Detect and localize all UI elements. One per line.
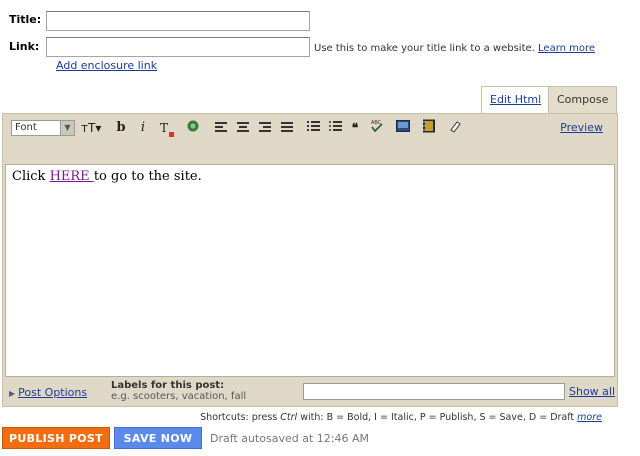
tab-compose[interactable]: Compose (548, 86, 618, 113)
tab-edit-html[interactable]: Edit Html (481, 86, 551, 113)
align-left-icon (215, 122, 227, 132)
preview-link[interactable]: Preview (560, 121, 603, 134)
labels-title: Labels for this post: (111, 380, 225, 391)
align-right-button[interactable] (257, 119, 273, 137)
bullet-list-icon (328, 121, 342, 131)
formatting-toolbar: Font ▼ тT▾ b i T ❝ ABC Preview (7, 118, 611, 138)
editor-text-before: Click (12, 169, 50, 184)
post-options-label[interactable]: Post Options (18, 386, 87, 399)
link-hint: Use this to make your title link to a we… (314, 43, 595, 54)
post-options-toggle[interactable]: ▶ Post Options (9, 386, 87, 399)
learn-more-link[interactable]: Learn more (538, 43, 595, 54)
image-icon (396, 120, 410, 132)
italic-button[interactable]: i (135, 119, 151, 137)
labels-input[interactable] (303, 383, 565, 400)
shortcuts-prefix: Shortcuts: press (200, 412, 278, 423)
editor-text-after: to go to the site. (93, 169, 202, 184)
spellcheck-icon: ABC (371, 120, 383, 133)
numbered-list-button[interactable] (305, 119, 321, 137)
labels-example: e.g. scooters, vacation, fall (111, 391, 247, 402)
font-size-button[interactable]: тT▾ (81, 119, 101, 137)
text-color-button[interactable]: T (159, 119, 175, 137)
publish-post-button[interactable]: PUBLISH POST (2, 427, 110, 449)
editor-link-here[interactable]: HERE (50, 169, 94, 184)
editor-body[interactable]: Click HERE to go to the site. (5, 164, 615, 377)
add-enclosure-link[interactable]: Add enclosure link (56, 59, 157, 72)
font-select[interactable]: Font ▼ (11, 120, 75, 136)
align-right-icon (259, 122, 271, 132)
link-hint-text: Use this to make your title link to a we… (314, 43, 535, 54)
shortcuts-with: with: (300, 412, 324, 423)
shortcuts-items: B = Bold, I = Italic, P = Publish, S = S… (326, 412, 575, 423)
show-all-link[interactable]: Show all (569, 385, 615, 398)
post-editor: Font ▼ тT▾ b i T ❝ ABC Preview Click HER… (2, 113, 618, 407)
align-center-icon (237, 122, 249, 132)
spellcheck-button[interactable]: ABC (369, 119, 385, 137)
align-left-button[interactable] (213, 119, 229, 137)
quote-icon: ❝ (351, 121, 359, 135)
link-globe-icon (187, 120, 199, 132)
justify-icon (281, 122, 293, 132)
insert-video-button[interactable] (421, 119, 437, 137)
blockquote-button[interactable]: ❝ (347, 119, 363, 137)
align-center-button[interactable] (235, 119, 251, 137)
link-label: Link: (9, 40, 40, 53)
post-options-bar: ▶ Post Options Labels for this post: e.g.… (3, 380, 617, 406)
justify-button[interactable] (279, 119, 295, 137)
insert-image-button[interactable] (395, 119, 411, 137)
title-label: Title: (9, 13, 42, 26)
save-now-button[interactable]: SAVE NOW (114, 427, 202, 449)
video-icon (423, 119, 435, 133)
bullet-list-button[interactable] (327, 119, 343, 137)
autosave-status: Draft autosaved at 12:46 AM (210, 432, 369, 445)
text-color-icon: T (159, 121, 168, 135)
remove-formatting-button[interactable] (447, 119, 463, 137)
shortcuts-hint: Shortcuts: press Ctrl with: B = Bold, I … (200, 412, 602, 423)
link-input[interactable] (46, 37, 310, 57)
link-button[interactable] (185, 119, 201, 137)
shortcuts-key: Ctrl (280, 412, 298, 423)
chevron-down-icon: ▼ (60, 121, 74, 135)
triangle-right-icon: ▶ (9, 389, 16, 398)
font-select-value: Font (15, 122, 37, 133)
bold-button[interactable]: b (113, 119, 129, 137)
title-input[interactable] (46, 11, 310, 31)
shortcuts-more-link[interactable]: more (577, 412, 602, 423)
eraser-icon (450, 121, 461, 133)
numbered-list-icon (306, 121, 320, 131)
